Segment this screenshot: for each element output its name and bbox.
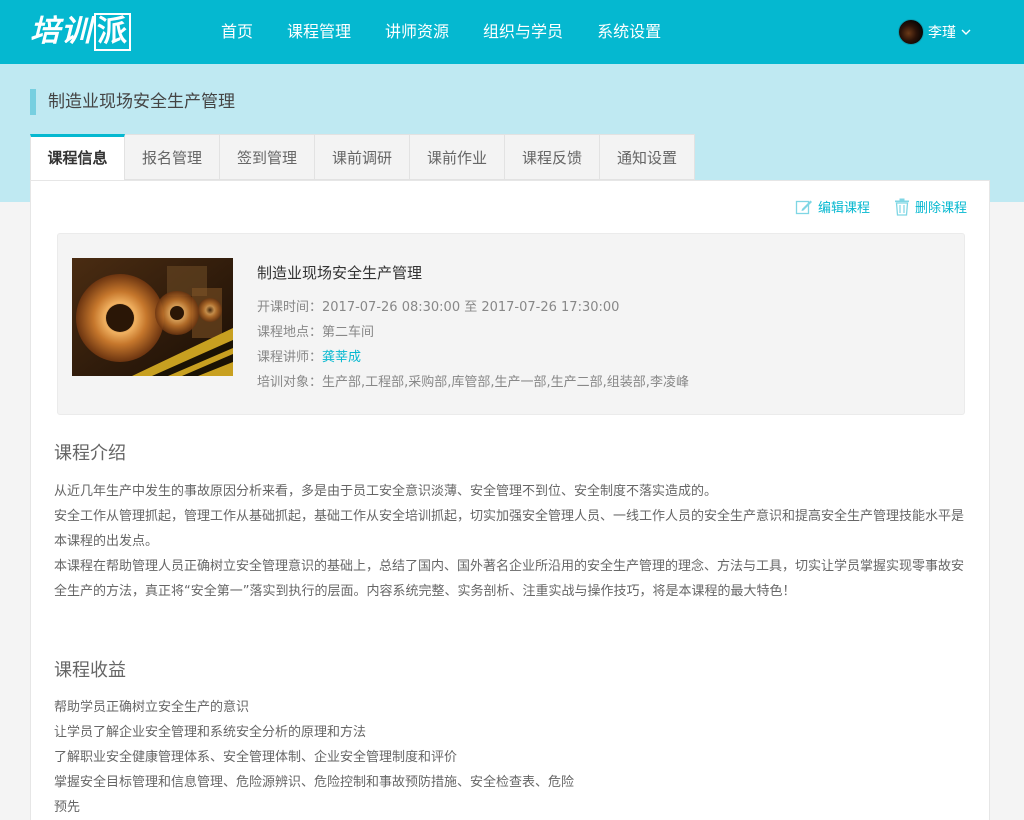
nav-item-instructors[interactable]: 讲师资源 (368, 0, 466, 64)
tab-bar: 课程信息 报名管理 签到管理 课前调研 课前作业 课程反馈 通知设置 (30, 134, 695, 181)
edit-course-label: 编辑课程 (817, 201, 870, 216)
course-audience: 培训对象：生产部,工程部,采购部,库管部,生产一部,生产二部,组装部,李凌峰 (257, 371, 689, 390)
benefits-list: 帮助学员正确树立安全生产的意识 让学员了解企业安全管理和系统安全分析的原理和方法… (54, 695, 574, 820)
course-location-label: 课程地点： (257, 325, 323, 340)
intro-section-title: 课程介绍 (54, 443, 126, 464)
course-location: 课程地点：第二车间 (257, 321, 374, 340)
avatar (898, 19, 924, 45)
delete-course-button[interactable]: 删除课程 (894, 197, 967, 216)
nav-item-org-students[interactable]: 组织与学员 (466, 0, 580, 64)
course-teacher: 课程讲师：龚莘成 (257, 346, 361, 365)
trash-icon (894, 198, 909, 216)
course-location-value: 第二车间 (322, 325, 375, 340)
delete-course-label: 删除课程 (914, 201, 967, 216)
chevron-down-icon (961, 29, 971, 35)
logo-badge: 派 (94, 13, 131, 51)
page-title: 制造业现场安全生产管理 (30, 89, 235, 115)
benefit-item: 预先 (54, 800, 81, 815)
benefit-item: 掌握安全目标管理和信息管理、危险源辨识、危险控制和事故预防措施、安全检查表、危险 (54, 775, 575, 790)
tab-pre-assignment[interactable]: 课前作业 (410, 134, 505, 180)
course-actions: 编辑课程 删除课程 (771, 197, 967, 216)
edit-course-button[interactable]: 编辑课程 (795, 197, 870, 216)
tab-pre-survey[interactable]: 课前调研 (315, 134, 410, 180)
user-name: 李瑾 (928, 25, 956, 41)
course-time-label: 开课时间： (257, 300, 323, 315)
course-info-panel: 编辑课程 删除课程 制造业现场安全生产管理 开课时间：2017-07-26 08… (30, 180, 990, 820)
course-teacher-link[interactable]: 龚莘成 (322, 350, 361, 365)
course-audience-label: 培训对象： (257, 375, 323, 390)
tab-notification[interactable]: 通知设置 (600, 134, 695, 180)
nav-item-settings[interactable]: 系统设置 (580, 0, 678, 64)
course-summary-card: 制造业现场安全生产管理 开课时间：2017-07-26 08:30:00 至 2… (57, 233, 965, 415)
tab-checkin[interactable]: 签到管理 (220, 134, 315, 180)
tab-feedback[interactable]: 课程反馈 (505, 134, 600, 180)
tab-registration[interactable]: 报名管理 (125, 134, 220, 180)
tab-course-info[interactable]: 课程信息 (30, 134, 125, 181)
course-audience-value: 生产部,工程部,采购部,库管部,生产一部,生产二部,组装部,李凌峰 (322, 375, 689, 390)
benefits-section-title: 课程收益 (54, 660, 126, 681)
intro-text: 从近几年生产中发生的事故原因分析来看，多是由于员工安全意识淡薄、安全管理不到位、… (54, 479, 969, 604)
intro-paragraph: 本课程在帮助管理人员正确树立安全管理意识的基础上，总结了国内、国外著名企业所沿用… (54, 559, 965, 599)
course-name: 制造业现场安全生产管理 (257, 264, 423, 282)
benefit-item: 让学员了解企业安全管理和系统安全分析的原理和方法 (54, 725, 367, 740)
course-time: 开课时间：2017-07-26 08:30:00 至 2017-07-26 17… (257, 296, 619, 315)
course-time-value: 2017-07-26 08:30:00 至 2017-07-26 17:30:0… (322, 300, 620, 315)
intro-paragraph: 安全工作从管理抓起，管理工作从基础抓起，基础工作从安全培训抓起，切实加强安全管理… (54, 509, 965, 549)
edit-icon (795, 200, 812, 214)
main-nav: 首页 课程管理 讲师资源 组织与学员 系统设置 (204, 0, 678, 64)
benefit-item: 了解职业安全健康管理体系、安全管理体制、企业安全管理制度和评价 (54, 750, 458, 765)
user-menu[interactable]: 李瑾 (898, 19, 972, 45)
nav-item-home[interactable]: 首页 (204, 0, 270, 64)
intro-paragraph: 从近几年生产中发生的事故原因分析来看，多是由于员工安全意识淡薄、安全管理不到位、… (54, 484, 718, 499)
benefit-item: 帮助学员正确树立安全生产的意识 (54, 700, 250, 715)
logo-text: 培训 (30, 14, 92, 49)
nav-item-courses[interactable]: 课程管理 (270, 0, 368, 64)
course-cover-image (72, 258, 233, 376)
top-navbar: 培训派 首页 课程管理 讲师资源 组织与学员 系统设置 李瑾 (0, 0, 1024, 64)
logo[interactable]: 培训派 (30, 10, 138, 54)
course-teacher-label: 课程讲师： (257, 350, 323, 365)
